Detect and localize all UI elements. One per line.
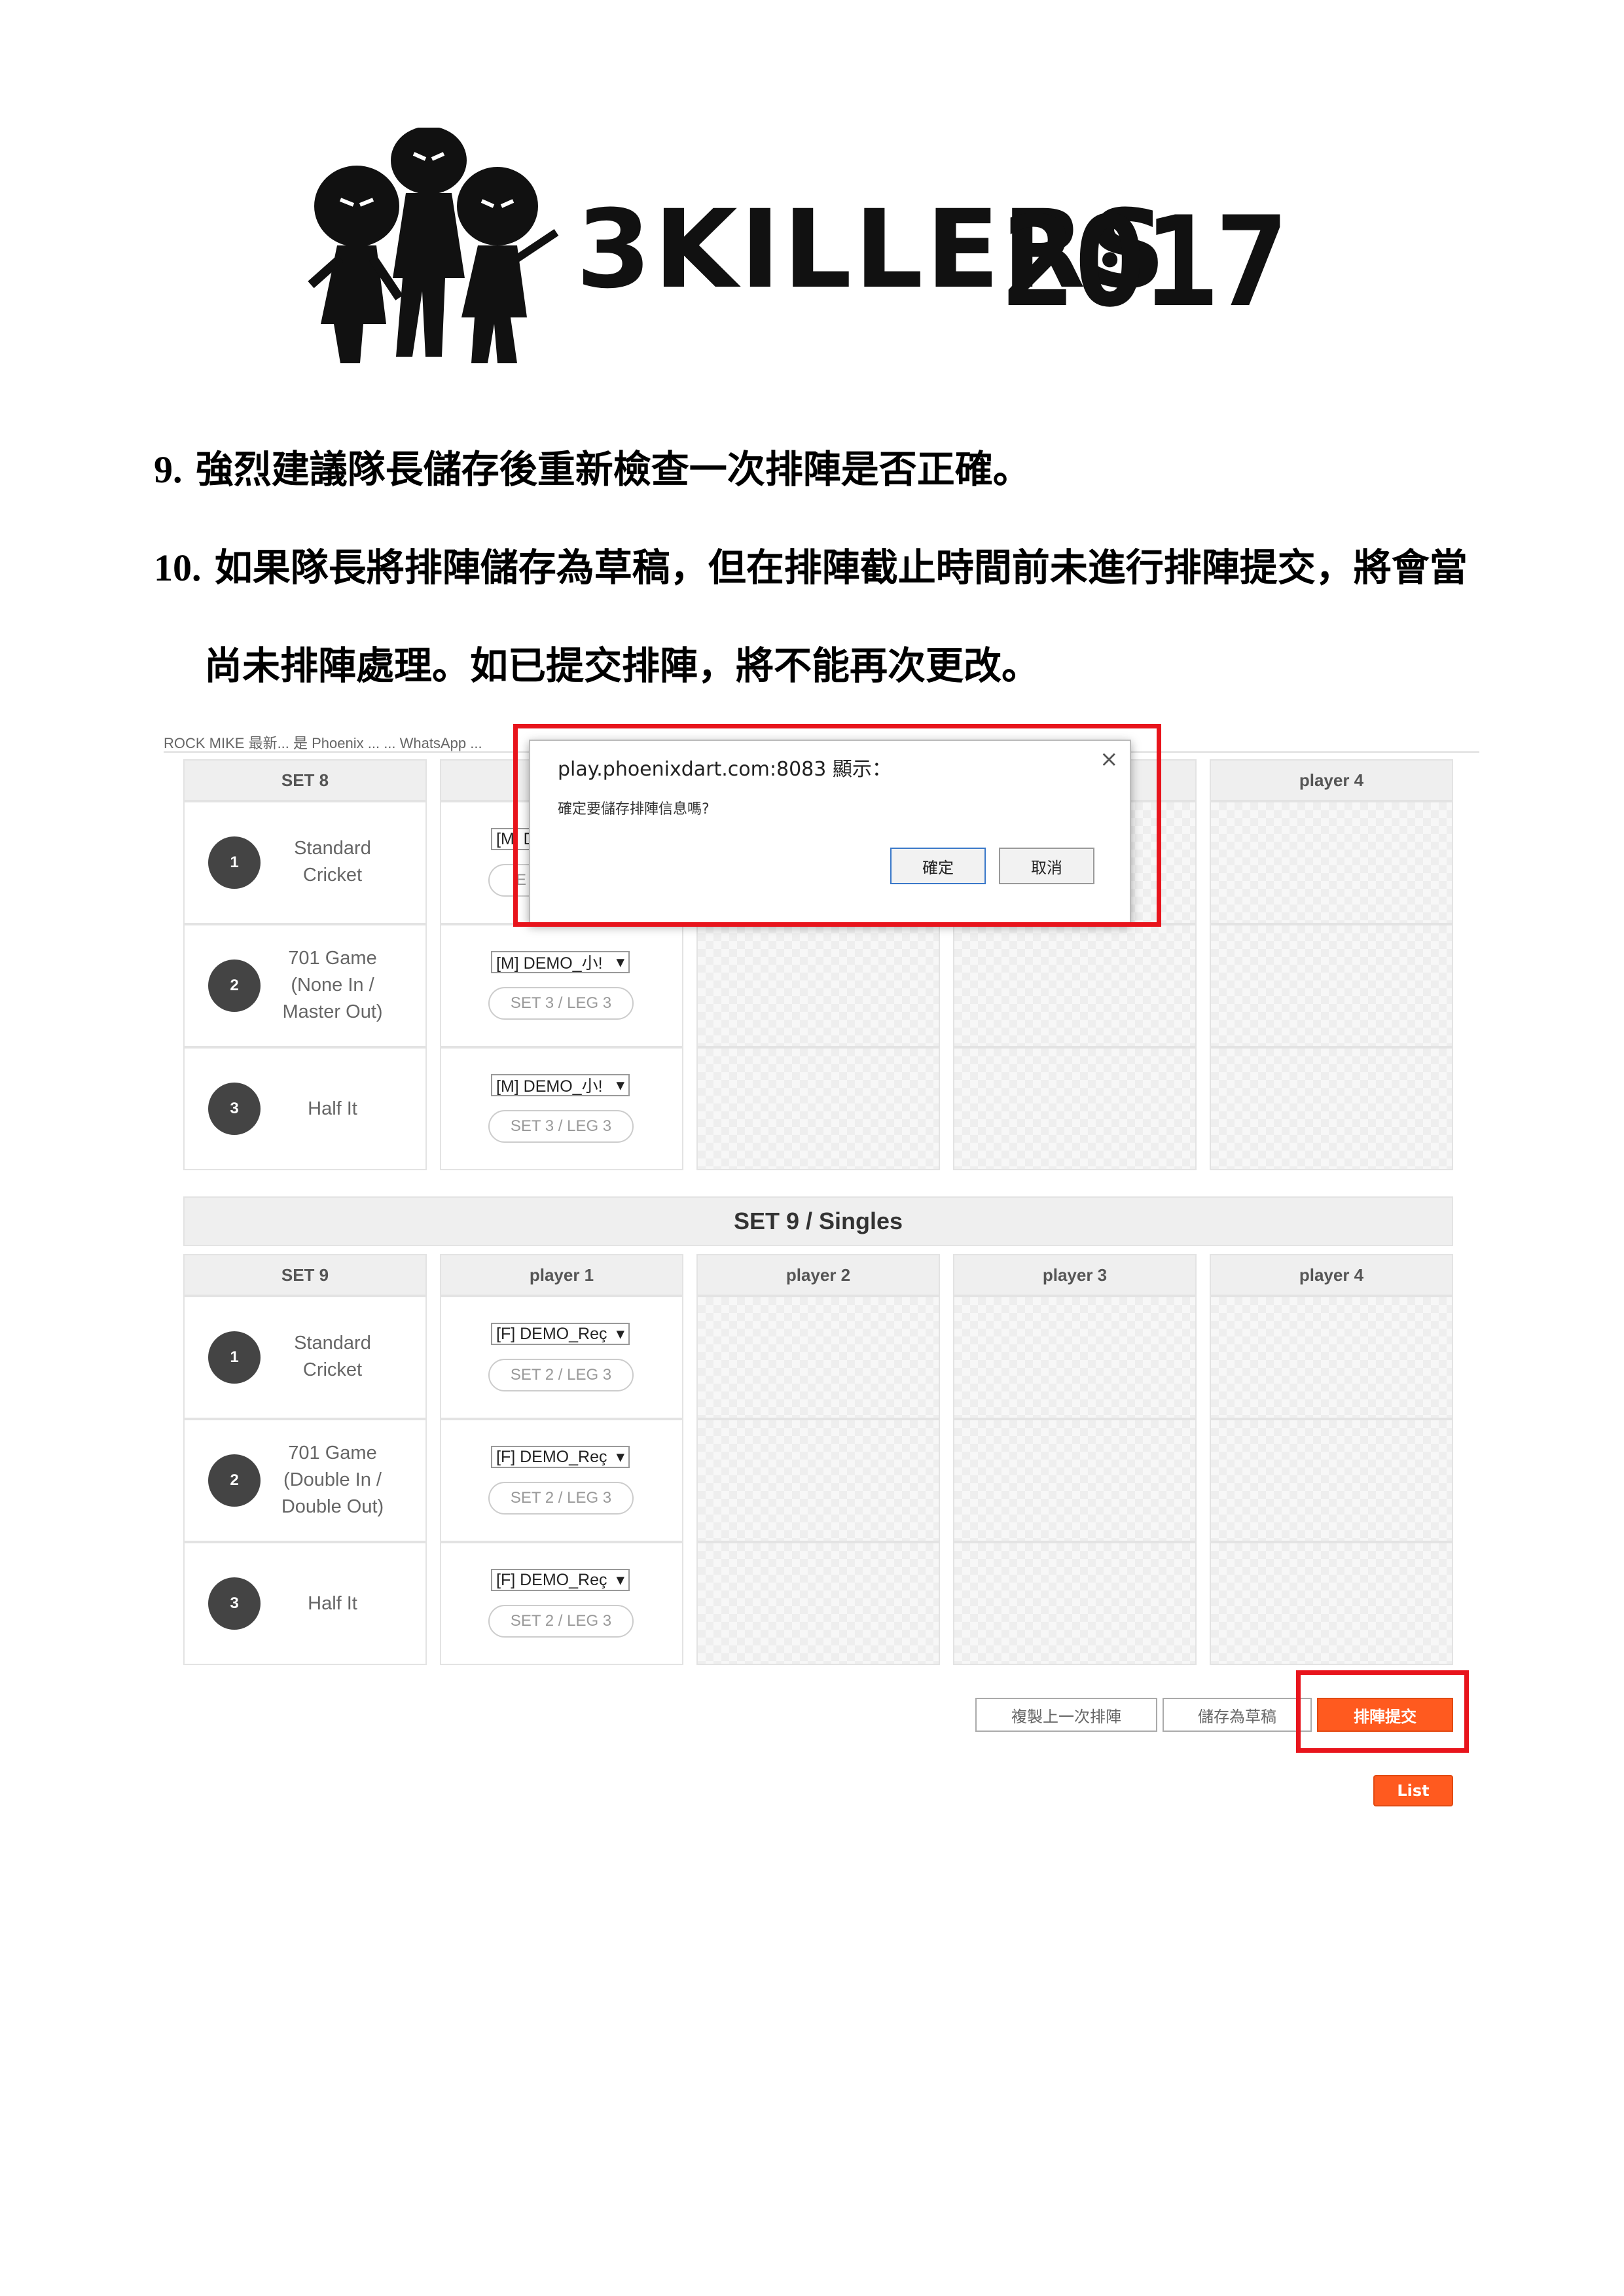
empty-slot xyxy=(696,1419,940,1542)
empty-slot xyxy=(696,1542,940,1665)
list-button[interactable]: List xyxy=(1373,1775,1453,1806)
instruction-number: 10. xyxy=(154,547,202,589)
save-draft-button[interactable]: 儲存為草稿 xyxy=(1163,1698,1312,1732)
set9-header-player2: player 2 xyxy=(696,1254,940,1296)
dialog-highlight-box xyxy=(513,724,1161,927)
instruction-9: 9. 強烈建議隊長儲存後重新檢查一次排陣是否正確。 xyxy=(154,439,1031,493)
set9-player1-cell-2 xyxy=(440,1419,683,1542)
player-select[interactable]: [F] DEMO_Reç ▾ xyxy=(491,1446,630,1468)
empty-slot xyxy=(1210,1542,1453,1665)
game-number-badge: 3 xyxy=(208,1083,261,1135)
instruction-number: 9. xyxy=(154,448,183,491)
set9-player1-cell-1 xyxy=(440,1296,683,1419)
set8-header-set: SET 8 xyxy=(183,759,427,801)
set9-header-player3: player 3 xyxy=(953,1254,1197,1296)
set8-player1-cell-2 xyxy=(440,924,683,1047)
game-name: 701 Game (Double In / Double Out) xyxy=(281,1443,384,1517)
game-name: Standard Cricket xyxy=(294,838,371,886)
set-leg-badge: SET 3 / LEG 3 xyxy=(488,987,634,1020)
game-number-badge: 1 xyxy=(208,1331,261,1384)
logo-year: 2017 xyxy=(1001,190,1290,334)
set8-header-player4: player 4 xyxy=(1210,759,1453,801)
game-name: 701 Game (None In / Master Out) xyxy=(282,948,383,1022)
chevron-down-icon: ▾ xyxy=(616,953,624,971)
set9-player1-cell-3 xyxy=(440,1542,683,1665)
set-leg-badge: SET 3 / LEG 3 xyxy=(488,1110,634,1143)
empty-slot xyxy=(696,1296,940,1419)
set8-player1-cell-3 xyxy=(440,1047,683,1170)
empty-slot xyxy=(1210,1047,1453,1170)
game-number-badge: 2 xyxy=(208,960,261,1012)
chevron-down-icon: ▾ xyxy=(616,1571,624,1589)
game-name: Half It xyxy=(308,1098,357,1119)
submit-highlight-box xyxy=(1296,1670,1469,1753)
three-killers-figures-icon xyxy=(308,126,559,363)
chevron-down-icon: ▾ xyxy=(616,1448,624,1466)
empty-slot xyxy=(953,1296,1197,1419)
empty-slot xyxy=(953,924,1197,1047)
empty-slot xyxy=(696,1047,940,1170)
set9-header-player4: player 4 xyxy=(1210,1254,1453,1296)
set9-header-player1: player 1 xyxy=(440,1254,683,1296)
game-name: Standard Cricket xyxy=(294,1333,371,1380)
empty-slot xyxy=(953,1542,1197,1665)
set9-title: SET 9 / Singles xyxy=(183,1196,1453,1246)
chevron-down-icon: ▾ xyxy=(616,1325,624,1343)
empty-slot xyxy=(1210,924,1453,1047)
game-number-badge: 2 xyxy=(208,1454,261,1507)
instruction-10-continued: 尚未排陣處理。如已提交排陣，將不能再次更改。 xyxy=(204,635,1039,690)
game-name: Half It xyxy=(308,1593,357,1614)
set9-header-set: SET 9 xyxy=(183,1254,427,1296)
player-select[interactable]: [F] DEMO_Reç ▾ xyxy=(491,1323,630,1345)
copy-last-lineup-button[interactable]: 複製上一次排陣 xyxy=(975,1698,1157,1732)
empty-slot xyxy=(1210,1296,1453,1419)
empty-slot xyxy=(696,924,940,1047)
instruction-text: 尚未排陣處理。如已提交排陣，將不能再次更改。 xyxy=(204,643,1040,688)
instruction-text: 強烈建議隊長儲存後重新檢查一次排陣是否正確。 xyxy=(195,447,1031,492)
empty-slot xyxy=(1210,801,1453,924)
player-select[interactable]: [M] DEMO_小! ▾ xyxy=(491,1074,630,1096)
empty-slot xyxy=(953,1047,1197,1170)
game-number-badge: 3 xyxy=(208,1577,261,1630)
set-leg-badge: SET 2 / LEG 3 xyxy=(488,1605,634,1638)
instruction-10: 10. 如果隊長將排陣儲存為草稿，但在排陣截止時間前未進行排陣提交，將會當 xyxy=(154,537,1468,592)
set-leg-badge: SET 2 / LEG 3 xyxy=(488,1359,634,1391)
empty-slot xyxy=(1210,1419,1453,1542)
game-number-badge: 1 xyxy=(208,836,261,889)
empty-slot xyxy=(953,1419,1197,1542)
chevron-down-icon: ▾ xyxy=(616,1076,624,1094)
player-select[interactable]: [M] DEMO_小! ▾ xyxy=(491,951,630,973)
instruction-text: 如果隊長將排陣儲存為草稿，但在排陣截止時間前未進行排陣提交，將會當 xyxy=(214,545,1468,590)
set-leg-badge: SET 2 / LEG 3 xyxy=(488,1482,634,1515)
player-select[interactable]: [F] DEMO_Reç ▾ xyxy=(491,1569,630,1591)
